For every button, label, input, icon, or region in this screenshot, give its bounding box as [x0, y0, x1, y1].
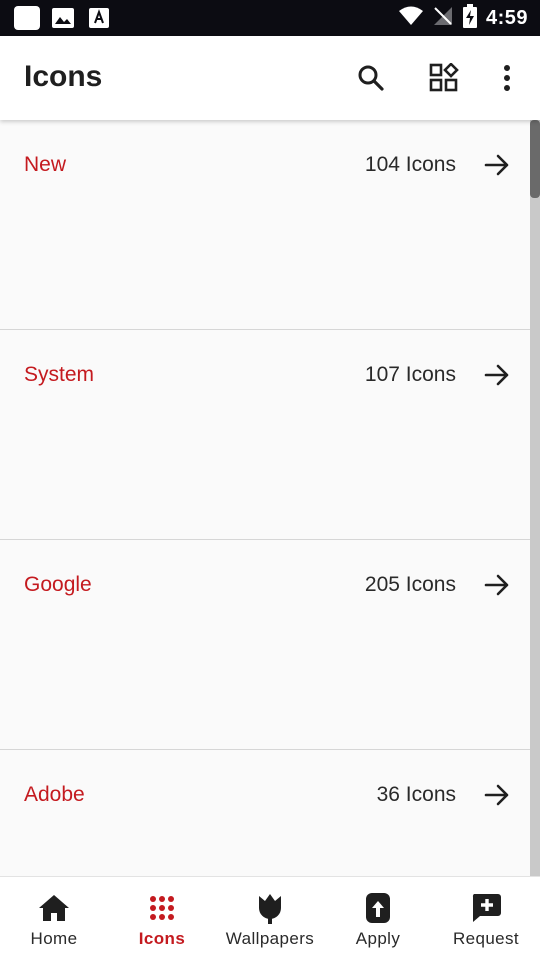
- category-title: System: [24, 363, 95, 386]
- battery-charging-icon: [462, 4, 478, 33]
- nav-item-request[interactable]: Request: [432, 877, 540, 960]
- category-count: 104 Icons: [364, 153, 456, 176]
- status-time: 4:59: [485, 7, 528, 29]
- system-status-icons: 4:59: [398, 4, 528, 33]
- scrollbar-thumb[interactable]: [530, 120, 540, 198]
- notification-app-icon: [14, 6, 40, 30]
- scrollbar-track[interactable]: [530, 120, 540, 876]
- apply-icon: [365, 891, 391, 925]
- nav-label: Apply: [355, 929, 401, 948]
- nav-label: Icons: [138, 929, 186, 948]
- home-icon: [38, 891, 70, 925]
- open-category-button[interactable]: [482, 570, 512, 600]
- no-sim-icon: [432, 5, 454, 32]
- search-icon: [358, 65, 384, 91]
- overflow-menu-button[interactable]: [485, 56, 529, 100]
- open-category-button[interactable]: [482, 150, 512, 180]
- icon-category-list[interactable]: New 104 Icons System 107 Icons Google 20…: [0, 120, 540, 876]
- category-title: Adobe: [24, 783, 85, 806]
- nav-item-icons[interactable]: Icons: [108, 877, 216, 960]
- category-count: 107 Icons: [364, 363, 456, 386]
- nav-label: Wallpapers: [225, 929, 315, 948]
- bottom-navigation: Home Icons Wallpapers Apply Request: [0, 876, 540, 960]
- category-count: 205 Icons: [364, 573, 456, 596]
- category-count: 36 Icons: [376, 783, 456, 806]
- request-icon: [470, 891, 502, 925]
- notification-icons: [14, 6, 112, 30]
- category-title: Google: [24, 573, 92, 596]
- open-category-button[interactable]: [482, 360, 512, 390]
- category-section-new[interactable]: New 104 Icons: [0, 120, 530, 330]
- image-notification-icon: [50, 6, 76, 30]
- font-notification-icon: [86, 6, 112, 30]
- layout-toggle-button[interactable]: [422, 56, 466, 100]
- category-section-google[interactable]: Google 205 Icons: [0, 540, 530, 750]
- arrow-right-icon: [484, 154, 509, 176]
- category-section-adobe[interactable]: Adobe 36 Icons: [0, 750, 530, 876]
- page-title: Icons: [24, 60, 103, 93]
- arrow-right-icon: [484, 574, 509, 596]
- tulip-icon: [256, 891, 284, 925]
- status-bar: 4:59: [0, 0, 540, 36]
- wifi-icon: [398, 6, 424, 31]
- nav-item-home[interactable]: Home: [0, 877, 108, 960]
- more-vert-icon: [504, 65, 510, 91]
- category-section-system[interactable]: System 107 Icons: [0, 330, 530, 540]
- arrow-right-icon: [484, 364, 509, 386]
- nav-item-wallpapers[interactable]: Wallpapers: [216, 877, 324, 960]
- nav-label: Home: [30, 929, 78, 948]
- category-title: New: [24, 153, 67, 176]
- nav-label: Request: [452, 929, 520, 948]
- nav-item-apply[interactable]: Apply: [324, 877, 432, 960]
- search-button[interactable]: [349, 56, 393, 100]
- app-bar: Icons: [0, 36, 540, 120]
- open-category-button[interactable]: [482, 780, 512, 810]
- apps-grid-icon: [149, 891, 175, 925]
- dashboard-grid-icon: [429, 63, 459, 92]
- arrow-right-icon: [484, 784, 509, 806]
